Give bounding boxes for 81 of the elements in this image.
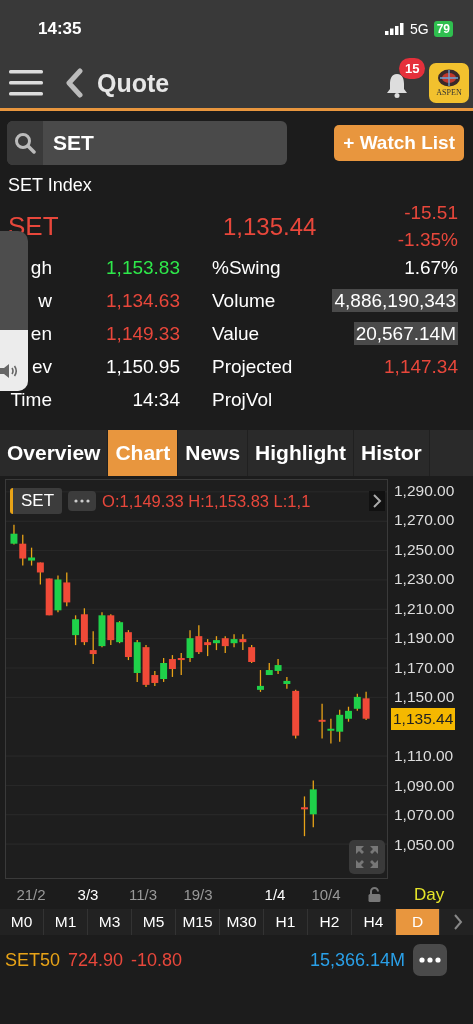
timeframe-tab[interactable]: M0: [0, 909, 44, 935]
symbol-chip[interactable]: SET: [10, 488, 63, 514]
percent-change: -1.35%: [397, 229, 458, 251]
stat-label: en: [30, 323, 52, 344]
fullscreen-button[interactable]: [349, 840, 385, 874]
network-label: 5G: [409, 21, 429, 37]
x-axis-label: 19/3: [183, 886, 213, 903]
y-axis-label: 1,270.00: [394, 511, 455, 530]
y-axis-label: 1,070.00: [394, 806, 455, 825]
stat-label: Volume: [212, 290, 276, 311]
ticker-price: 724.90: [68, 949, 124, 971]
expand-icon: [354, 844, 380, 870]
stat-value: 1,149.33: [106, 323, 180, 344]
y-axis-label: 1,090.00: [394, 776, 455, 795]
x-axis-label: 11/3: [128, 886, 158, 903]
stat-label: w: [38, 290, 52, 311]
stat-value: 14:34: [132, 389, 180, 410]
bell-icon[interactable]: [385, 72, 409, 98]
chevron-right-icon[interactable]: [452, 913, 464, 931]
ticker-symbol: SET50: [5, 949, 61, 971]
stat-label: ev: [31, 356, 52, 377]
app-logo[interactable]: ASPEN: [429, 63, 469, 103]
menu-icon[interactable]: [9, 70, 43, 96]
stat-label: %Swing: [212, 257, 281, 278]
page-title: Quote: [97, 68, 171, 98]
x-axis-label: 10/4: [311, 886, 341, 903]
stat-label: ProjVol: [212, 389, 273, 410]
timeframe-tab[interactable]: H2: [308, 909, 352, 935]
more-button[interactable]: [413, 944, 447, 976]
timeframe-tab[interactable]: H1: [264, 909, 308, 935]
y-axis-label: 1,050.00: [394, 835, 455, 854]
stat-label: Time: [10, 389, 52, 410]
more-button[interactable]: [68, 491, 97, 511]
ticker-change: -10.80: [131, 949, 183, 971]
timeframe-tab[interactable]: M1: [44, 909, 88, 935]
timeframe-tab[interactable]: M15: [176, 909, 220, 935]
y-axis-label: 1,150.00: [394, 688, 455, 707]
more-icon: [419, 957, 441, 963]
ohlc-readout: O:1,149.33 H:1,153.83 L:1,1: [102, 491, 312, 511]
index-name: SET Index: [8, 175, 93, 196]
stat-label: Projected: [212, 356, 293, 377]
stat-label: Value: [212, 323, 260, 344]
stat-value: 1.67%: [404, 257, 458, 278]
globe-icon: [437, 69, 461, 87]
x-axis-label: 1/4: [264, 886, 286, 903]
last-price: 1,135.44: [223, 212, 318, 241]
stat-value: 1,147.34: [384, 356, 458, 377]
y-axis-label: 1,290.00: [394, 481, 455, 500]
timeframe-tab[interactable]: M5: [132, 909, 176, 935]
y-axis-label: 1,210.00: [394, 599, 455, 618]
stat-label: gh: [30, 257, 52, 278]
last-price-tag: 1,135.44: [391, 707, 456, 730]
ticker-value: 15,366.14M: [309, 949, 405, 971]
y-axis-label: 1,230.00: [394, 570, 455, 589]
y-axis-label: 1,170.00: [394, 658, 455, 677]
lock-icon[interactable]: [368, 887, 381, 902]
notification-badge: 15: [399, 58, 426, 79]
timeframe-tab[interactable]: M30: [220, 909, 264, 935]
battery-level: 79: [433, 21, 453, 37]
stat-value: 20,567.14M: [353, 322, 458, 345]
stat-value: 4,886,190,343: [332, 289, 458, 312]
speaker-icon: [0, 363, 18, 379]
status-time: 14:35: [38, 19, 82, 39]
x-axis-label: 21/2: [16, 886, 46, 903]
back-icon[interactable]: [65, 68, 83, 98]
logo-text: ASPEN: [436, 88, 462, 97]
search-icon: [14, 132, 36, 154]
more-icon: [74, 499, 91, 503]
stat-value: 1,150.95: [106, 356, 180, 377]
y-axis-label: 1,110.00: [394, 747, 454, 766]
search-field[interactable]: SET: [7, 121, 287, 165]
period-label[interactable]: Day: [414, 885, 445, 905]
x-axis-label: 3/3: [77, 886, 99, 903]
signal-icon: [384, 23, 405, 35]
timeframe-tab[interactable]: M3: [88, 909, 132, 935]
y-axis-label: 1,190.00: [394, 629, 455, 648]
y-axis-label: 1,250.00: [394, 540, 455, 559]
stat-value: 1,153.83: [106, 257, 180, 278]
chevron-right-icon[interactable]: [369, 491, 385, 511]
stat-value: 1,134.63: [106, 290, 180, 311]
price-change: -15.51: [404, 202, 458, 224]
